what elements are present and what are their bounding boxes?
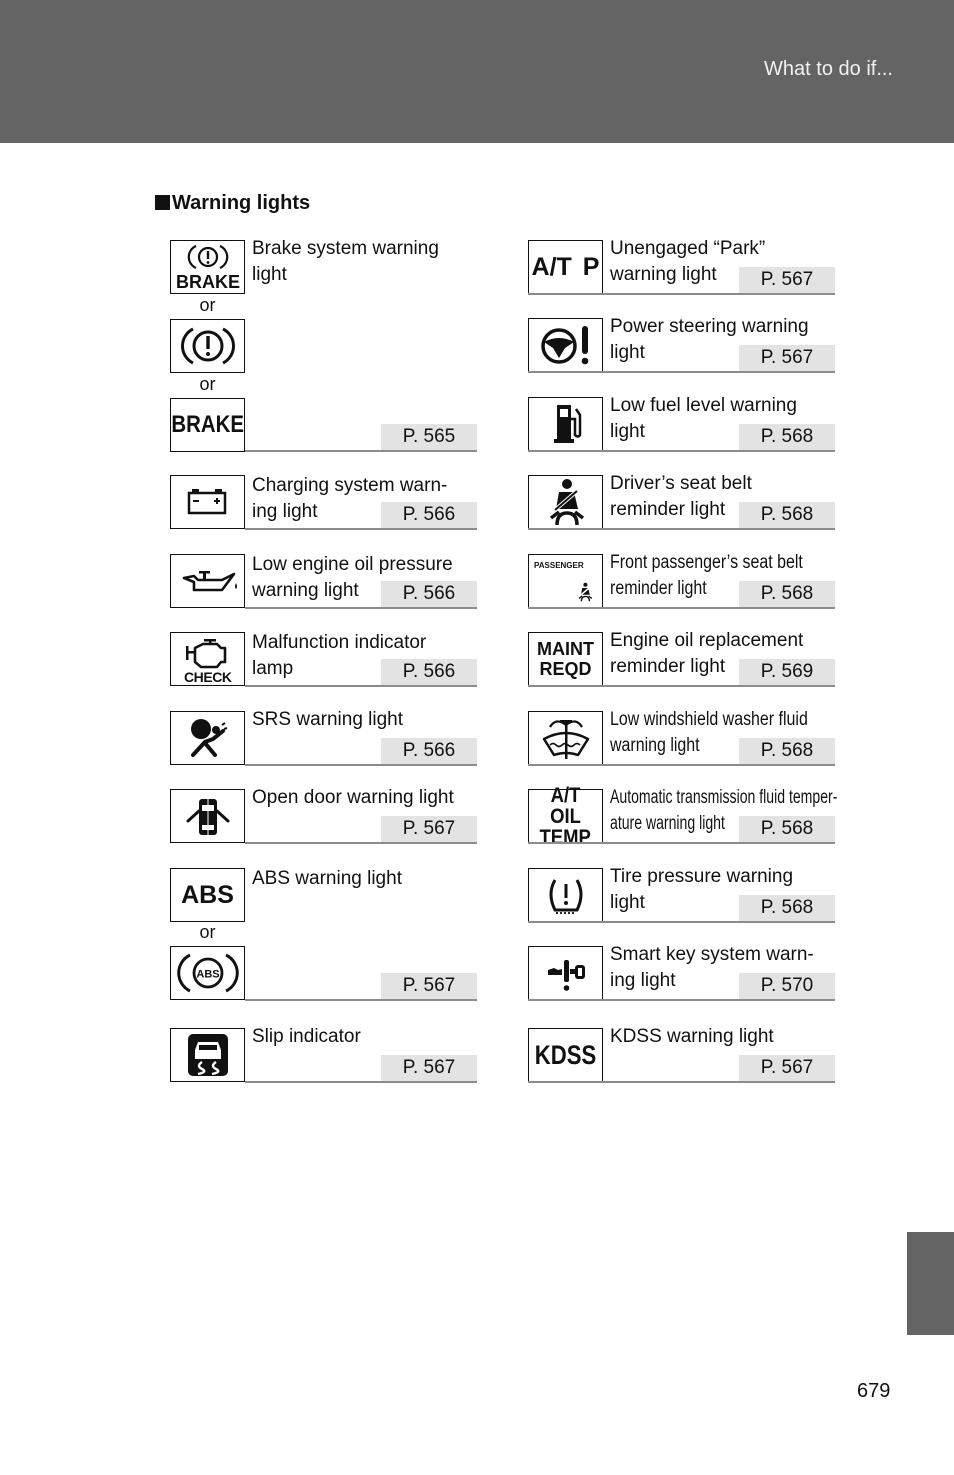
page-reference[interactable]: P. 568 — [739, 581, 835, 607]
abs-circle-icon: ABS — [170, 946, 245, 1000]
entry-label: Brake system warning light — [252, 238, 439, 285]
entry-charging-system: Charging system warn-ing light P. 566 — [170, 475, 477, 531]
entry-engine-oil-replacement: MAINT REQD Engine oil replacement reminde… — [528, 630, 835, 688]
section-title-text: Warning lights — [172, 192, 311, 214]
chapter-tab[interactable] — [907, 1232, 954, 1335]
row-divider — [528, 293, 835, 295]
row-divider — [245, 764, 477, 766]
entry-label: Open door warning light — [252, 787, 454, 808]
chapter-title: What to do if... — [764, 58, 893, 80]
page-reference[interactable]: P. 566 — [381, 502, 477, 528]
row-divider — [245, 528, 477, 530]
abs-text-icon: ABS — [170, 868, 245, 922]
page-reference[interactable]: P. 567 — [381, 1055, 477, 1081]
entry-low-washer-fluid: Low windshield washer fluid warning light… — [528, 709, 835, 767]
open-door-icon — [170, 789, 245, 843]
entry-srs: SRS warning light P. 566 — [170, 709, 477, 767]
row-divider — [245, 685, 477, 687]
entry-slip-indicator: Slip indicator P. 567 — [170, 1026, 477, 1084]
row-divider — [528, 842, 835, 844]
kdss-icon: KDSS — [528, 1028, 603, 1082]
row-divider — [528, 1081, 835, 1083]
maint-reqd-icon: MAINT REQD — [528, 632, 603, 686]
battery-icon — [170, 475, 245, 529]
row-divider — [528, 999, 835, 1001]
page-reference[interactable]: P. 567 — [381, 973, 477, 999]
entry-unengaged-park: A/T P Unengaged “Park” warning light P. 5… — [528, 238, 835, 296]
seat-belt-icon — [528, 475, 603, 529]
row-divider — [528, 528, 835, 530]
entry-malfunction-indicator: CHECK Malfunction indicator lamp P. 566 — [170, 632, 477, 688]
oil-can-icon — [170, 554, 245, 608]
steering-wheel-warning-icon — [528, 318, 603, 372]
entry-power-steering: Power steering warning light P. 567 — [528, 316, 835, 374]
row-divider — [245, 999, 477, 1001]
row-divider — [245, 607, 477, 609]
page-reference[interactable]: P. 567 — [381, 816, 477, 842]
or-label: or — [199, 922, 216, 942]
page-reference[interactable]: P. 566 — [381, 738, 477, 764]
entry-label: ABS warning light — [252, 868, 402, 889]
brake-text-icon: BRAKE — [170, 398, 245, 452]
row-divider — [245, 1081, 477, 1083]
brake-circle-icon — [170, 319, 245, 373]
page-header: What to do if... — [0, 0, 954, 143]
square-bullet-icon — [155, 195, 170, 210]
smart-key-icon — [528, 946, 603, 1000]
page-reference[interactable]: P. 567 — [739, 1055, 835, 1081]
page-reference[interactable]: P. 567 — [739, 267, 835, 293]
row-divider — [528, 685, 835, 687]
check-engine-icon: CHECK — [170, 632, 245, 686]
entry-abs: ABS or ABS ABS warning light P. 567 — [170, 868, 477, 1001]
page-number: 679 — [857, 1380, 891, 1402]
page-reference[interactable]: P. 568 — [739, 738, 835, 764]
section-title: Warning lights — [155, 192, 310, 215]
entry-smart-key: Smart key system warn-ing light P. 570 — [528, 944, 835, 1002]
entry-label: Slip indicator — [252, 1026, 361, 1047]
entry-label: KDSS warning light — [610, 1026, 774, 1047]
row-divider — [528, 450, 835, 452]
row-divider — [245, 842, 477, 844]
tire-pressure-icon — [528, 868, 603, 922]
svg-text:ABS: ABS — [196, 969, 219, 981]
or-label: or — [199, 374, 216, 394]
page-reference[interactable]: P. 569 — [739, 659, 835, 685]
at-p-icon: A/T P — [528, 240, 603, 294]
entry-at-fluid-temp: A/T OIL TEMP Automatic transmission flui… — [528, 785, 837, 848]
entry-brake-system: BRAKE or or BRAKE Brake system warning li… — [170, 238, 477, 452]
row-divider — [245, 450, 477, 452]
airbag-icon — [170, 711, 245, 765]
svg-text:CHECK: CHECK — [184, 669, 232, 684]
page-reference[interactable]: P. 568 — [739, 502, 835, 528]
page-reference[interactable]: P. 568 — [739, 895, 835, 921]
brake-text-circle-icon: BRAKE — [170, 240, 245, 294]
or-label: or — [199, 295, 216, 315]
page-reference[interactable]: P. 566 — [381, 581, 477, 607]
entry-open-door: Open door warning light P. 567 — [170, 787, 477, 845]
row-divider — [528, 371, 835, 373]
row-divider — [528, 764, 835, 766]
page-reference[interactable]: P. 567 — [739, 345, 835, 371]
passenger-seat-belt-icon: PASSENGER — [528, 554, 603, 608]
entry-driver-seat-belt: Driver’s seat belt reminder light P. 568 — [528, 473, 835, 531]
page-reference[interactable]: P. 570 — [739, 973, 835, 999]
entry-low-oil-pressure: Low engine oil pressure warning light P. … — [170, 554, 477, 610]
page-reference[interactable]: P. 565 — [381, 424, 477, 450]
entry-label: SRS warning light — [252, 709, 404, 730]
page-reference[interactable]: P. 568 — [739, 816, 835, 842]
entry-passenger-seat-belt: PASSENGER Front passenger’s seat belt rem… — [528, 552, 835, 610]
row-divider — [528, 607, 835, 609]
fuel-pump-icon — [528, 397, 603, 451]
row-divider — [528, 921, 835, 923]
washer-fluid-icon — [528, 711, 603, 765]
slip-car-icon — [170, 1028, 245, 1082]
entry-low-fuel: Low fuel level warning light P. 568 — [528, 395, 835, 453]
page-reference[interactable]: P. 566 — [381, 659, 477, 685]
at-oil-temp-icon: A/T OIL TEMP — [528, 785, 603, 848]
entry-label: Driver’s seat belt reminder light — [610, 473, 752, 520]
entry-tire-pressure: Tire pressure warning light P. 568 — [528, 866, 835, 924]
svg-text:BRAKE: BRAKE — [175, 272, 239, 292]
entry-kdss: KDSS KDSS warning light P. 567 — [528, 1026, 835, 1084]
page-reference[interactable]: P. 568 — [739, 424, 835, 450]
